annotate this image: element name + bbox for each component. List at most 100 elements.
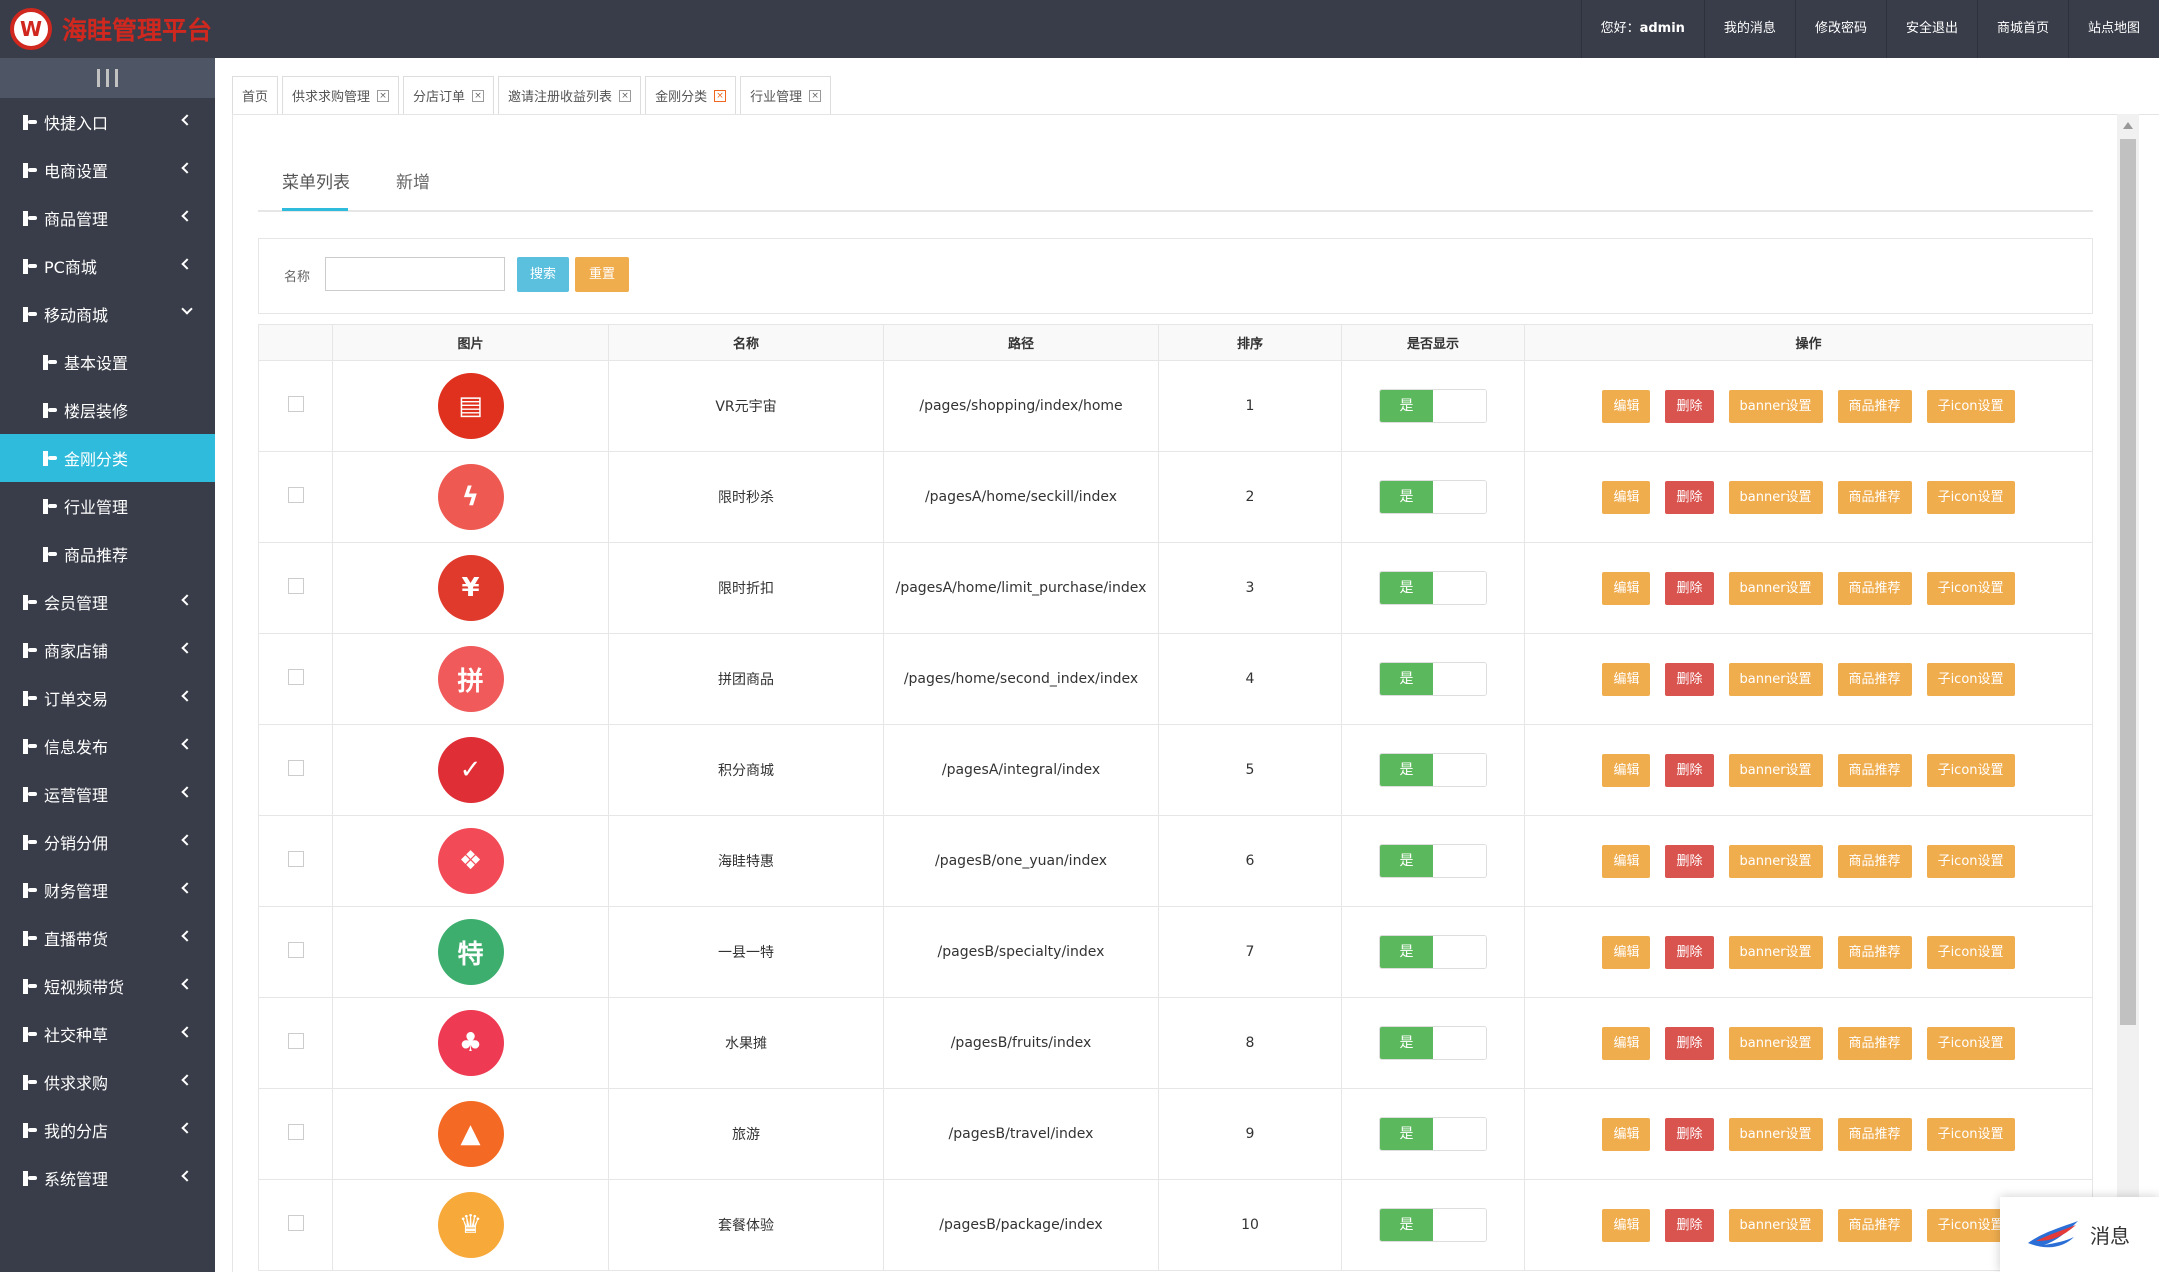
visible-toggle[interactable]: 是 [1379, 480, 1487, 514]
product-recommend-button[interactable]: 商品推荐 [1837, 1026, 1912, 1060]
sidebar-item[interactable]: 商品管理 [0, 194, 215, 242]
banner-settings-button[interactable]: banner设置 [1728, 753, 1823, 787]
row-checkbox[interactable] [287, 487, 304, 503]
visible-toggle[interactable]: 是 [1379, 1208, 1487, 1242]
banner-settings-button[interactable]: banner设置 [1728, 844, 1823, 878]
scroll-thumb[interactable] [2120, 139, 2136, 1025]
delete-button[interactable]: 删除 [1665, 389, 1714, 423]
nav-site-map[interactable]: 站点地图 [2067, 0, 2159, 58]
sub-icon-settings-button[interactable]: 子icon设置 [1926, 1026, 2015, 1060]
product-recommend-button[interactable]: 商品推荐 [1837, 844, 1912, 878]
tab[interactable]: 邀请注册收益列表 × [498, 76, 642, 114]
nav-change-password[interactable]: 修改密码 [1794, 0, 1886, 58]
scroll-up-arrow-icon[interactable] [2123, 122, 2133, 129]
product-recommend-button[interactable]: 商品推荐 [1837, 935, 1912, 969]
delete-button[interactable]: 删除 [1665, 1208, 1714, 1242]
subtab-add[interactable]: 新增 [396, 168, 430, 193]
visible-toggle[interactable]: 是 [1379, 1117, 1487, 1151]
tab[interactable]: 行业管理 × [740, 76, 832, 114]
banner-settings-button[interactable]: banner设置 [1728, 1208, 1823, 1242]
edit-button[interactable]: 编辑 [1602, 753, 1651, 787]
banner-settings-button[interactable]: banner设置 [1728, 1117, 1823, 1151]
delete-button[interactable]: 删除 [1665, 571, 1714, 605]
delete-button[interactable]: 删除 [1665, 1026, 1714, 1060]
delete-button[interactable]: 删除 [1665, 935, 1714, 969]
row-checkbox[interactable] [287, 669, 304, 685]
edit-button[interactable]: 编辑 [1602, 935, 1651, 969]
row-checkbox[interactable] [287, 1033, 304, 1049]
sidebar-item[interactable]: 会员管理 [0, 578, 215, 626]
edit-button[interactable]: 编辑 [1602, 571, 1651, 605]
edit-button[interactable]: 编辑 [1602, 662, 1651, 696]
nav-logout[interactable]: 安全退出 [1885, 0, 1977, 58]
sidebar-item[interactable]: 基本设置 [0, 338, 215, 386]
product-recommend-button[interactable]: 商品推荐 [1837, 571, 1912, 605]
sidebar-item[interactable]: 信息发布 [0, 722, 215, 770]
delete-button[interactable]: 删除 [1665, 753, 1714, 787]
sidebar-item[interactable]: 订单交易 [0, 674, 215, 722]
visible-toggle[interactable]: 是 [1379, 571, 1487, 605]
banner-settings-button[interactable]: banner设置 [1728, 935, 1823, 969]
sidebar-item[interactable]: 移动商城 [0, 290, 215, 338]
subtab-menu-list[interactable]: 菜单列表 [282, 168, 350, 193]
sidebar-item[interactable]: 直播带货 [0, 914, 215, 962]
banner-settings-button[interactable]: banner设置 [1728, 571, 1823, 605]
visible-toggle[interactable]: 是 [1379, 389, 1487, 423]
sub-icon-settings-button[interactable]: 子icon设置 [1926, 844, 2015, 878]
visible-toggle[interactable]: 是 [1379, 935, 1487, 969]
tab[interactable]: 分店订单 × [403, 76, 495, 114]
sub-icon-settings-button[interactable]: 子icon设置 [1926, 662, 2015, 696]
sidebar-item[interactable]: 金刚分类 [0, 434, 215, 482]
close-icon[interactable]: × [809, 89, 822, 102]
delete-button[interactable]: 删除 [1665, 844, 1714, 878]
row-checkbox[interactable] [287, 942, 304, 958]
sidebar-toggle-button[interactable] [0, 58, 215, 98]
sidebar-item[interactable]: 系统管理 [0, 1154, 215, 1202]
tab[interactable]: 供求求购管理 × [282, 76, 400, 114]
banner-settings-button[interactable]: banner设置 [1728, 1026, 1823, 1060]
sidebar-item[interactable]: 电商设置 [0, 146, 215, 194]
delete-button[interactable]: 删除 [1665, 1117, 1714, 1151]
banner-settings-button[interactable]: banner设置 [1728, 480, 1823, 514]
sidebar-item[interactable]: 财务管理 [0, 866, 215, 914]
content-scrollbar[interactable] [2117, 114, 2139, 1272]
visible-toggle[interactable]: 是 [1379, 662, 1487, 696]
logo[interactable]: W 海眭管理平台 [10, 6, 212, 52]
sidebar-item[interactable]: 商品推荐 [0, 530, 215, 578]
product-recommend-button[interactable]: 商品推荐 [1837, 1117, 1912, 1151]
sidebar-item[interactable]: 供求求购 [0, 1058, 215, 1106]
sub-icon-settings-button[interactable]: 子icon设置 [1926, 571, 2015, 605]
row-checkbox[interactable] [287, 760, 304, 776]
delete-button[interactable]: 删除 [1665, 662, 1714, 696]
row-checkbox[interactable] [287, 851, 304, 867]
row-checkbox[interactable] [287, 1124, 304, 1140]
banner-settings-button[interactable]: banner设置 [1728, 662, 1823, 696]
edit-button[interactable]: 编辑 [1602, 1208, 1651, 1242]
sidebar-item[interactable]: 行业管理 [0, 482, 215, 530]
product-recommend-button[interactable]: 商品推荐 [1837, 1208, 1912, 1242]
row-checkbox[interactable] [287, 396, 304, 412]
edit-button[interactable]: 编辑 [1602, 844, 1651, 878]
nav-shop-home[interactable]: 商城首页 [1976, 0, 2068, 58]
edit-button[interactable]: 编辑 [1602, 480, 1651, 514]
banner-settings-button[interactable]: banner设置 [1728, 389, 1823, 423]
close-icon[interactable]: × [377, 89, 390, 102]
product-recommend-button[interactable]: 商品推荐 [1837, 753, 1912, 787]
sidebar-item[interactable]: 社交种草 [0, 1010, 215, 1058]
product-recommend-button[interactable]: 商品推荐 [1837, 389, 1912, 423]
sidebar-item[interactable]: 楼层装修 [0, 386, 215, 434]
product-recommend-button[interactable]: 商品推荐 [1837, 662, 1912, 696]
visible-toggle[interactable]: 是 [1379, 844, 1487, 878]
close-icon[interactable]: × [472, 89, 485, 102]
product-recommend-button[interactable]: 商品推荐 [1837, 480, 1912, 514]
nav-my-messages[interactable]: 我的消息 [1703, 0, 1795, 58]
sub-icon-settings-button[interactable]: 子icon设置 [1926, 480, 2015, 514]
sub-icon-settings-button[interactable]: 子icon设置 [1926, 389, 2015, 423]
sidebar-item[interactable]: 快捷入口 [0, 98, 215, 146]
close-icon[interactable]: × [619, 89, 632, 102]
delete-button[interactable]: 删除 [1665, 480, 1714, 514]
close-icon[interactable]: × [714, 89, 727, 102]
sub-icon-settings-button[interactable]: 子icon设置 [1926, 935, 2015, 969]
row-checkbox[interactable] [287, 578, 304, 594]
reset-button[interactable]: 重置 [575, 257, 629, 292]
